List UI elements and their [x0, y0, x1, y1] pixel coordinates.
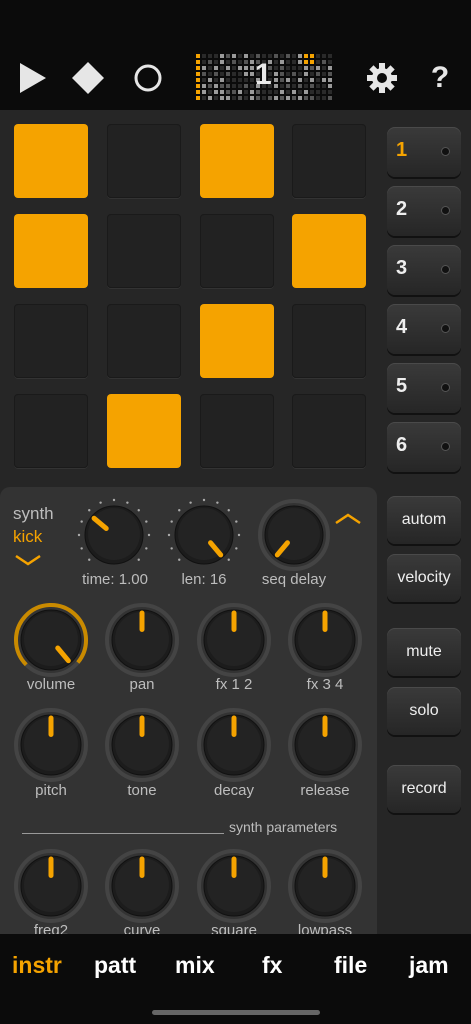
home-indicator — [152, 1010, 320, 1015]
pattern-number: 1 — [255, 58, 272, 91]
knob-curve[interactable] — [103, 847, 181, 925]
solo-button[interactable]: solo — [387, 687, 461, 735]
record-circle-icon — [134, 64, 162, 92]
step-pad[interactable] — [14, 394, 88, 468]
label-release: release — [300, 782, 350, 799]
track-label: 4 — [396, 316, 408, 338]
label-fx-1-2: fx 1 2 — [215, 676, 253, 693]
chevron-down-icon[interactable] — [14, 553, 42, 567]
play-icon — [20, 63, 46, 93]
step-pad[interactable] — [107, 124, 181, 198]
knob-fx-1-2[interactable] — [195, 601, 273, 679]
tab-fx[interactable]: fx — [262, 952, 282, 979]
knob-freq2[interactable] — [12, 847, 90, 925]
step-pad[interactable] — [200, 124, 274, 198]
label-decay: decay — [213, 782, 255, 799]
play-button[interactable] — [10, 56, 54, 100]
record-track-button[interactable]: record — [387, 765, 461, 813]
step-pad[interactable] — [107, 214, 181, 288]
knob-volume[interactable] — [12, 601, 90, 679]
tab-mix[interactable]: mix — [175, 952, 215, 979]
label-pan: pan — [129, 676, 155, 693]
record-button[interactable] — [126, 56, 170, 100]
knob-fx-3-4[interactable] — [286, 601, 364, 679]
step-pad[interactable] — [14, 124, 88, 198]
instrument-type: synth — [13, 504, 54, 523]
label-fx-3-4: fx 3 4 — [306, 676, 344, 693]
len-knob[interactable] — [166, 497, 242, 573]
track-led — [442, 148, 449, 155]
top-toolbar: 1 ? — [0, 0, 471, 110]
step-pad[interactable] — [14, 214, 88, 288]
tab-instr[interactable]: instr — [12, 952, 62, 979]
step-pad[interactable] — [200, 304, 274, 378]
chevron-up-icon[interactable] — [334, 512, 362, 526]
mute-button[interactable]: mute — [387, 628, 461, 676]
time-knob[interactable] — [76, 497, 152, 573]
track-label: 1 — [396, 139, 408, 161]
knob-release[interactable] — [286, 706, 364, 784]
step-pad[interactable] — [200, 394, 274, 468]
knob-square[interactable] — [195, 847, 273, 925]
track-led — [442, 207, 449, 214]
step-pad[interactable] — [292, 304, 366, 378]
velocity-button[interactable]: velocity — [387, 554, 461, 602]
step-pad[interactable] — [292, 394, 366, 468]
autom-button[interactable]: autom — [387, 496, 461, 544]
track-button-3[interactable]: 3 — [387, 245, 461, 295]
time-label: time: 1.00 — [82, 571, 148, 588]
track-button-4[interactable]: 4 — [387, 304, 461, 354]
seq-delay-label: seq delay — [261, 571, 327, 588]
help-button[interactable]: ? — [418, 56, 462, 100]
knob-decay[interactable] — [195, 706, 273, 784]
track-led — [442, 443, 449, 450]
label-volume: volume — [26, 676, 76, 693]
track-label: 2 — [396, 198, 408, 220]
step-pad[interactable] — [107, 304, 181, 378]
stop-button[interactable] — [66, 56, 110, 100]
label-pitch: pitch — [35, 782, 67, 799]
knob-lowpass[interactable] — [286, 847, 364, 925]
track-button-5[interactable]: 5 — [387, 363, 461, 413]
step-pad[interactable] — [14, 304, 88, 378]
step-pad[interactable] — [292, 124, 366, 198]
knob-pitch[interactable] — [12, 706, 90, 784]
tab-jam[interactable]: jam — [409, 952, 449, 979]
track-led — [442, 384, 449, 391]
step-pad[interactable] — [200, 214, 274, 288]
track-label: 3 — [396, 257, 408, 279]
gear-icon — [367, 63, 397, 93]
section-divider — [22, 833, 224, 834]
track-button-2[interactable]: 2 — [387, 186, 461, 236]
knob-tone[interactable] — [103, 706, 181, 784]
len-label: len: 16 — [181, 571, 227, 588]
step-pad[interactable] — [292, 214, 366, 288]
section-label: synth parameters — [229, 819, 338, 835]
track-label: 5 — [396, 375, 408, 397]
track-led — [442, 266, 449, 273]
track-led — [442, 325, 449, 332]
settings-button[interactable] — [360, 56, 404, 100]
tab-file[interactable]: file — [334, 952, 367, 979]
tab-patt[interactable]: patt — [94, 952, 136, 979]
stop-icon — [72, 62, 104, 94]
knob-pan[interactable] — [103, 601, 181, 679]
track-button-1[interactable]: 1 — [387, 127, 461, 177]
seq-delay-knob[interactable] — [256, 497, 332, 573]
label-tone: tone — [127, 782, 157, 799]
instrument-name[interactable]: kick — [13, 527, 42, 547]
track-label: 6 — [396, 434, 408, 456]
step-pad[interactable] — [107, 394, 181, 468]
track-button-6[interactable]: 6 — [387, 422, 461, 472]
